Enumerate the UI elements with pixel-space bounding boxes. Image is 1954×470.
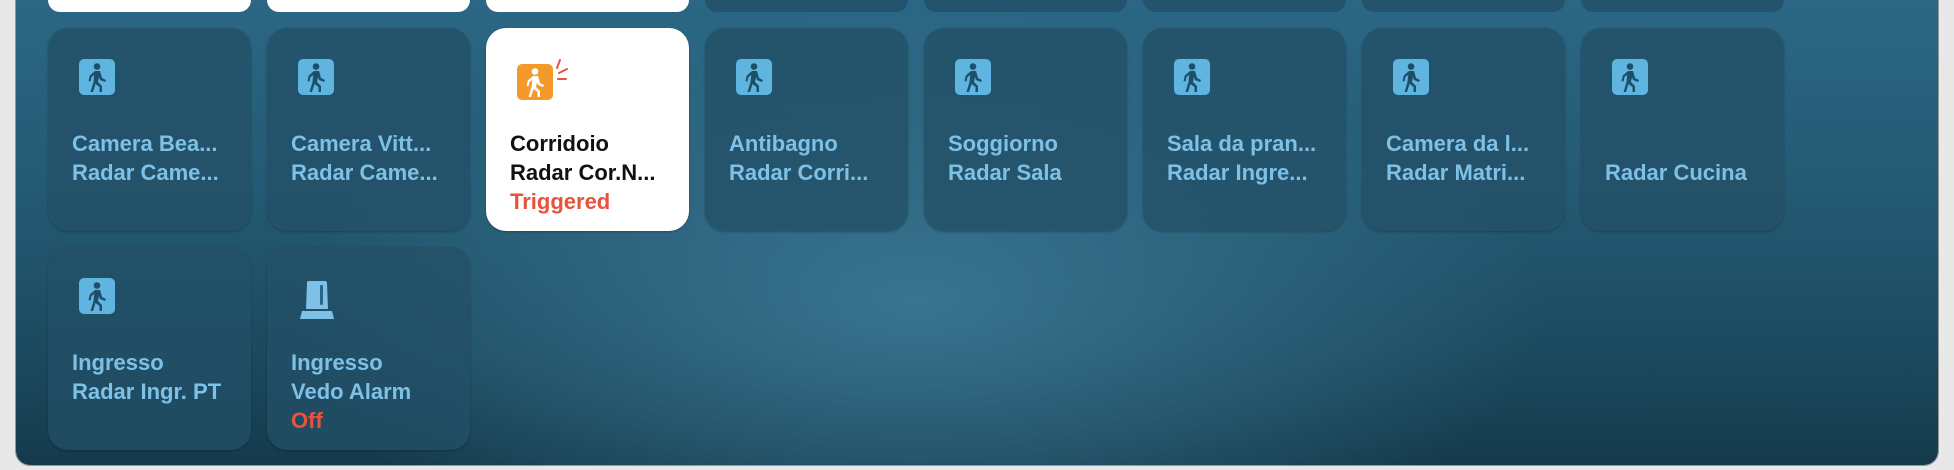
motion-sensor-icon: [1611, 58, 1649, 101]
accessory-label: Radar Matri...: [1386, 160, 1526, 185]
status-label: Triggered: [510, 189, 611, 214]
accessory-label: Radar Came...: [291, 160, 438, 185]
accessory-tile-sala-da-pranzo[interactable]: Sala da pran... Radar Ingre...: [1143, 28, 1346, 231]
motion-sensor-icon: [1173, 58, 1211, 101]
accessory-label: Radar Ingre...: [1167, 160, 1308, 185]
motion-sensor-icon: [735, 58, 773, 101]
motion-sensor-icon: [78, 277, 116, 320]
tile-partial-7[interactable]: [1362, 0, 1565, 12]
tile-partial-8[interactable]: [1581, 0, 1784, 12]
motion-sensor-triggered-icon: [516, 58, 572, 107]
accessory-tile-ingresso-vedo-alarm[interactable]: Ingresso Vedo Alarm Off: [267, 247, 470, 450]
accessory-tile-ingresso-radar[interactable]: Ingresso Radar Ingr. PT: [48, 247, 251, 450]
room-label: Camera da l...: [1386, 131, 1530, 156]
siren-icon: [297, 279, 337, 326]
room-label: Ingresso: [291, 350, 383, 375]
tile-partial-1[interactable]: [48, 0, 251, 12]
room-label: Camera Bea...: [72, 131, 218, 156]
accessory-label: Radar Ingr. PT: [72, 379, 222, 404]
accessory-tile-cucina[interactable]: Radar Cucina: [1581, 28, 1784, 231]
home-app-window: Camera Bea... Radar Came... Camera Vitt.…: [16, 0, 1938, 465]
accessory-tile-soggiorno[interactable]: Soggiorno Radar Sala: [924, 28, 1127, 231]
room-label: Ingresso: [72, 350, 164, 375]
tile-partial-6[interactable]: [1143, 0, 1346, 12]
room-label: Soggiorno: [948, 131, 1058, 156]
accessory-label: Radar Cor.N...: [510, 160, 656, 185]
accessory-label: Radar Came...: [72, 160, 219, 185]
tile-partial-4[interactable]: [705, 0, 908, 12]
accessory-label: Radar Cucina: [1605, 160, 1747, 185]
motion-sensor-icon: [1392, 58, 1430, 101]
room-label: [1605, 129, 1775, 158]
room-label: Antibagno: [729, 131, 838, 156]
motion-sensor-icon: [78, 58, 116, 101]
tile-partial-5[interactable]: [924, 0, 1127, 12]
motion-sensor-icon: [297, 58, 335, 101]
accessory-label: Radar Corri...: [729, 160, 869, 185]
tile-partial-2[interactable]: [267, 0, 470, 12]
motion-sensor-icon: [954, 58, 992, 101]
accessory-label: Vedo Alarm: [291, 379, 412, 404]
tile-partial-3[interactable]: [486, 0, 689, 12]
accessory-tile-antibagno[interactable]: Antibagno Radar Corri...: [705, 28, 908, 231]
room-label: Camera Vitt...: [291, 131, 432, 156]
accessory-label: Radar Sala: [948, 160, 1062, 185]
room-label: Corridoio: [510, 131, 609, 156]
accessory-tile-camera-da-letto[interactable]: Camera da l... Radar Matri...: [1362, 28, 1565, 231]
accessory-tile-camera-bea[interactable]: Camera Bea... Radar Came...: [48, 28, 251, 231]
status-label: Off: [291, 408, 323, 433]
accessory-tile-camera-vitt[interactable]: Camera Vitt... Radar Came...: [267, 28, 470, 231]
accessory-tile-corridoio[interactable]: Corridoio Radar Cor.N... Triggered: [486, 28, 689, 231]
room-label: Sala da pran...: [1167, 131, 1317, 156]
